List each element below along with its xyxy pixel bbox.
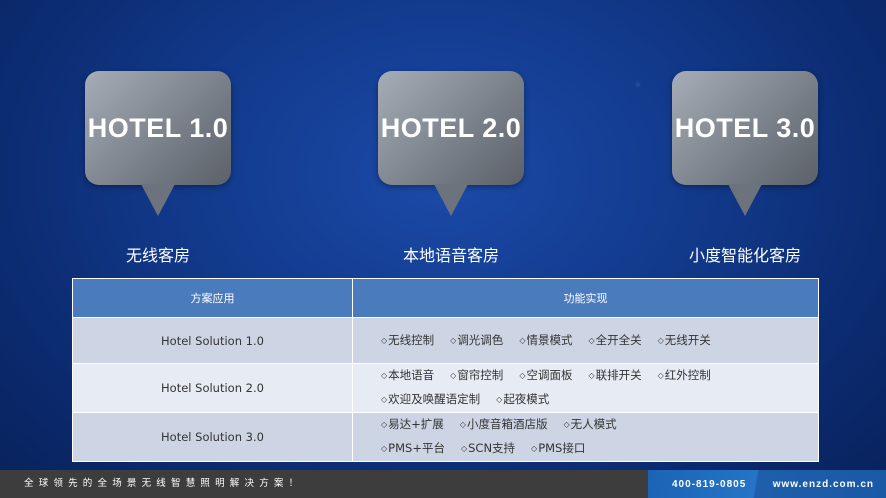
slide: HOTEL 1.0 HOTEL 2.0 HOTEL 3.0 无线客房 本地语音客… — [0, 0, 886, 470]
footer-website[interactable]: www.enzd.com.cn — [773, 479, 874, 490]
footer-bar: 全球领先的全场景无线智慧照明解决方案！ 400-819-0805 www.enz… — [0, 470, 886, 498]
header-features: 功能实现 — [352, 278, 819, 318]
feature-item: 小度音箱酒店版 — [460, 413, 548, 437]
feature-line: 本地语音窗帘控制空调面板联排开关红外控制 — [381, 364, 818, 388]
feature-list: 无线控制调光调色情景模式全开全关无线开关 — [353, 329, 818, 353]
feature-item: PMS+平台 — [381, 437, 445, 461]
feature-item: 联排开关 — [588, 364, 642, 388]
feature-item: 调光调色 — [450, 329, 503, 353]
hotel-1-caption: 无线客房 — [125, 246, 190, 265]
table-row: Hotel Solution 3.0易达+扩展小度音箱酒店版无人模式PMS+平台… — [72, 412, 819, 462]
feature-line: 无线控制调光调色情景模式全开全关无线开关 — [381, 329, 818, 353]
solution-table: 方案应用 功能实现 Hotel Solution 1.0 无线控制调光调色情景模式… — [72, 278, 819, 462]
solution-name: Hotel Solution 3.0 — [72, 412, 353, 462]
feature-item: 空调面板 — [519, 364, 572, 388]
feature-item: SCN支持 — [461, 437, 515, 461]
solution-name: Hotel Solution 1.0 — [72, 317, 353, 364]
table-row: Hotel Solution 1.0 无线控制调光调色情景模式全开全关无线开关 — [72, 317, 819, 364]
hotel-3-bubble: HOTEL 3.0 — [672, 71, 818, 185]
footer-contact: 400-819-0805 www.enzd.com.cn — [648, 470, 886, 498]
hotel-2-label: HOTEL 2.0 — [380, 112, 522, 143]
feature-cell: 易达+扩展小度音箱酒店版无人模式PMS+平台SCN支持PMS接口 — [352, 412, 819, 462]
hotel-3-caption: 小度智能化客房 — [688, 246, 801, 265]
feature-item: 情景模式 — [519, 329, 572, 353]
feature-item: 欢迎及唤醒语定制 — [381, 388, 480, 412]
hotel-1-label: HOTEL 1.0 — [87, 112, 229, 143]
feature-item: 无线开关 — [658, 329, 711, 353]
solution-name: Hotel Solution 2.0 — [72, 363, 353, 413]
feature-item: 本地语音 — [381, 364, 434, 388]
feature-cell: 无线控制调光调色情景模式全开全关无线开关 — [352, 317, 819, 364]
table-header-row: 方案应用 功能实现 — [72, 278, 819, 318]
feature-cell: 本地语音窗帘控制空调面板联排开关红外控制欢迎及唤醒语定制起夜模式 — [352, 363, 819, 413]
feature-item: 全开全关 — [588, 329, 642, 353]
feature-list: 本地语音窗帘控制空调面板联排开关红外控制欢迎及唤醒语定制起夜模式 — [353, 364, 818, 412]
feature-item: 起夜模式 — [496, 388, 549, 412]
header-application: 方案应用 — [72, 278, 353, 318]
feature-item: 易达+扩展 — [381, 413, 444, 437]
hotel-1-bubble: HOTEL 1.0 — [85, 71, 231, 185]
footer-phone: 400-819-0805 — [672, 478, 747, 490]
table-row: Hotel Solution 2.0本地语音窗帘控制空调面板联排开关红外控制欢迎… — [72, 363, 819, 413]
hotel-3-label: HOTEL 3.0 — [674, 112, 816, 143]
feature-item: 无人模式 — [563, 413, 617, 437]
hotel-2-bubble: HOTEL 2.0 — [378, 71, 524, 185]
feature-item: 无线控制 — [381, 329, 434, 353]
feature-line: 欢迎及唤醒语定制起夜模式 — [381, 388, 818, 412]
feature-list: 易达+扩展小度音箱酒店版无人模式PMS+平台SCN支持PMS接口 — [353, 413, 818, 461]
feature-item: 窗帘控制 — [450, 364, 503, 388]
feature-line: 易达+扩展小度音箱酒店版无人模式 — [381, 413, 818, 437]
feature-line: PMS+平台 SCN支持 PMS接口 — [381, 437, 818, 461]
hotel-2-caption: 本地语音客房 — [402, 246, 499, 265]
feature-item: 红外控制 — [658, 364, 711, 388]
feature-item: PMS接口 — [531, 437, 585, 461]
footer-slogan: 全球领先的全场景无线智慧照明解决方案！ — [0, 470, 648, 498]
